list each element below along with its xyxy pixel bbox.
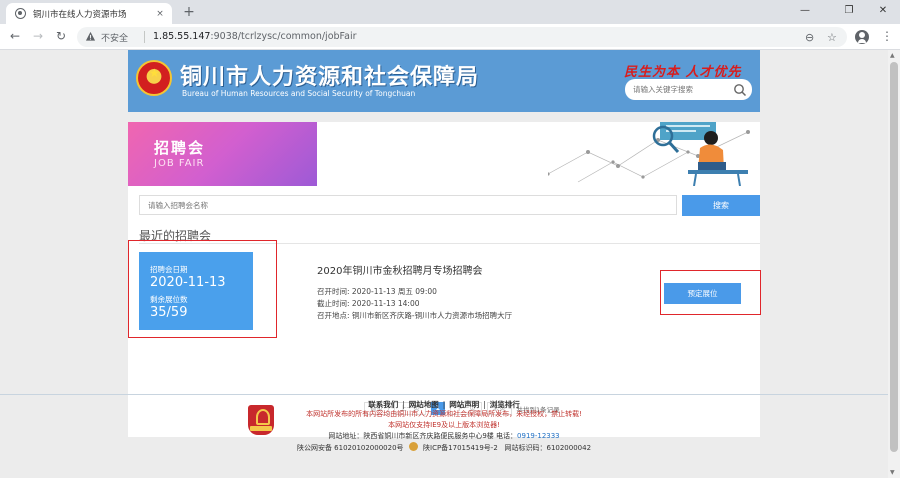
footer-divider — [0, 394, 888, 395]
url-path: :9038/tcrlzysc/common/jobFair — [210, 31, 357, 42]
footer-browser-note: 本网站仅支持IE9及以上版本浏览器! — [388, 421, 500, 429]
banner-subtitle: JOB FAIR — [154, 158, 205, 169]
warning-icon[interactable] — [85, 31, 96, 42]
scroll-thumb[interactable] — [890, 62, 898, 452]
footer-phone: 0919-12333 — [517, 432, 560, 440]
page-scrollbar[interactable]: ▲ ▼ — [888, 50, 900, 478]
banner-title: 招聘会 — [154, 139, 206, 157]
globe-icon — [15, 8, 26, 19]
location-value: 铜川市新区齐庆路-铜川市人力资源市场招聘大厅 — [351, 311, 513, 320]
fair-name-search-input[interactable] — [139, 195, 677, 215]
site-header: 铜川市人力资源和社会保障局 Bureau of Human Resources … — [128, 50, 760, 112]
banner-block: 招聘会 JOB FAIR — [128, 122, 317, 186]
keyword-search-input[interactable] — [625, 79, 730, 100]
footer-link-ranking[interactable]: 浏览排行 — [490, 400, 520, 409]
police-badge-icon — [408, 442, 418, 451]
fair-location: 召开地点: 铜川市新区齐庆路-铜川市人力资源市场招聘大厅 — [317, 310, 512, 321]
browser-menu-icon[interactable]: ⋮ — [881, 29, 893, 43]
minimize-button[interactable]: — — [790, 3, 820, 21]
url-text[interactable]: 1.85.55.147:9038/tcrlzysc/common/jobFair — [153, 31, 357, 42]
footer-address-text: 网站地址：陕西省铜川市新区齐庆路便民服务中心9楼 电话： — [328, 432, 518, 440]
search-icon[interactable] — [733, 83, 747, 97]
address-bar[interactable]: 不安全 1.85.55.147:9038/tcrlzysc/common/job… — [77, 27, 847, 47]
browser-toolbar: ← → ↻ 不安全 1.85.55.147:9038/tcrlzysc/comm… — [0, 24, 900, 50]
browser-tab-bar: 铜川市在线人力资源市场 × + — ❐ ✕ — [0, 0, 900, 24]
job-search-illustration — [548, 122, 750, 186]
open-time-label: 召开时间: — [317, 287, 350, 296]
scroll-up-arrow-icon[interactable]: ▲ — [890, 52, 895, 59]
footer-link-contact[interactable]: 联系我们 — [368, 400, 398, 409]
zoom-icon[interactable]: ⊖ — [805, 31, 814, 44]
deadline-value: 2020-11-13 14:00 — [351, 299, 420, 308]
forward-button[interactable]: → — [29, 28, 47, 46]
search-button[interactable]: 搜索 — [682, 195, 760, 216]
close-window-button[interactable]: ✕ — [868, 3, 898, 21]
security-label[interactable]: 不安全 — [101, 31, 128, 44]
fair-search-row — [139, 195, 677, 215]
police-record[interactable]: 陕公网安备 61020102000020号 — [297, 444, 404, 452]
omnibox-divider — [144, 31, 145, 43]
footer-link-statement[interactable]: 网站声明 — [449, 400, 479, 409]
fair-open-time: 召开时间: 2020-11-13 周五 09:00 — [317, 286, 437, 297]
site-subtitle: Bureau of Human Resources and Social Sec… — [182, 89, 416, 98]
footer-address: 网站地址：陕西省铜川市新区齐庆路便民服务中心9楼 电话：0919-12333 — [0, 431, 888, 441]
highlight-box-reserve — [660, 270, 761, 315]
location-label: 召开地点: — [317, 311, 350, 320]
national-emblem-icon — [136, 60, 172, 96]
footer-records: 陕公网安备 61020102000020号 陕ICP备17015419号-2 网… — [0, 442, 888, 453]
reload-button[interactable]: ↻ — [52, 28, 70, 46]
fair-deadline: 截止时间: 2020-11-13 14:00 — [317, 298, 420, 309]
footer-copyright: 本网站所发布的所有内容均由铜川市人力资源和社会保障局所发布，未经授权，禁止转载! — [306, 410, 582, 418]
fair-title[interactable]: 2020年铜川市金秋招聘月专场招聘会 — [317, 262, 482, 277]
slogan: 民生为本 人才优先 — [624, 65, 742, 80]
footer-link-sitemap[interactable]: 网站地图 — [409, 400, 439, 409]
icp-record[interactable]: 陕ICP备17015419号-2 — [423, 444, 498, 452]
new-tab-button[interactable]: + — [180, 4, 198, 22]
bookmark-star-icon[interactable]: ☆ — [827, 31, 837, 44]
site-title: 铜川市人力资源和社会保障局 — [180, 65, 480, 90]
site-identifier: 网站标识码：6102000042 — [504, 444, 592, 452]
profile-icon[interactable] — [855, 30, 869, 44]
url-host: 1.85.55.147 — [153, 31, 211, 42]
back-button[interactable]: ← — [6, 28, 24, 46]
highlight-box-date-card — [128, 240, 277, 338]
tab-title: 铜川市在线人力资源市场 — [33, 9, 127, 20]
maximize-button[interactable]: ❐ — [834, 3, 864, 21]
browser-tab[interactable]: 铜川市在线人力资源市场 × — [6, 3, 172, 24]
open-time-value: 2020-11-13 周五 09:00 — [351, 287, 437, 296]
header-search — [625, 79, 752, 100]
job-fair-banner: 招聘会 JOB FAIR — [128, 122, 760, 186]
tab-close-icon[interactable]: × — [154, 9, 166, 19]
scroll-down-arrow-icon[interactable]: ▼ — [890, 469, 895, 476]
page-viewport: 铜川市人力资源和社会保障局 Bureau of Human Resources … — [0, 50, 900, 478]
deadline-label: 截止时间: — [317, 299, 350, 308]
